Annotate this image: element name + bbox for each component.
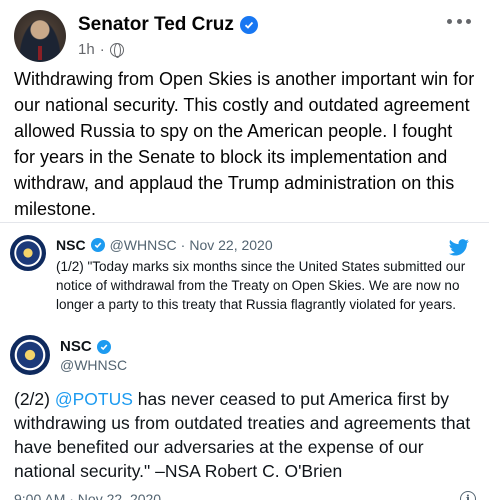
quoted-tweet: NSC @WHNSC · Nov 22, 2020 (1/2) "Today m… bbox=[10, 233, 480, 329]
post-time[interactable]: 1h bbox=[78, 41, 95, 58]
globe-icon bbox=[109, 42, 124, 58]
verified-badge-icon bbox=[90, 238, 105, 252]
quoted-date: Nov 22, 2020 bbox=[189, 237, 273, 253]
twitter-bird-icon bbox=[448, 239, 469, 256]
quoted-author-handle: @WHNSC bbox=[109, 237, 177, 253]
tweet-text-prefix: (2/2) bbox=[14, 389, 55, 409]
quoted-tweet-text: (1/2) "Today marks six months since the … bbox=[56, 259, 466, 312]
nsc-seal-icon bbox=[10, 235, 46, 271]
info-icon: i bbox=[460, 491, 476, 500]
author-row: Senator Ted Cruz bbox=[78, 13, 258, 37]
verified-badge-icon bbox=[96, 339, 111, 354]
avatar[interactable] bbox=[14, 10, 66, 62]
tweet-author-row: NSC bbox=[60, 338, 116, 355]
verified-badge-icon bbox=[239, 16, 258, 34]
post-header: Senator Ted Cruz 1h · bbox=[14, 10, 479, 62]
quoted-author-name: NSC bbox=[56, 237, 86, 253]
post-meta: 1h · bbox=[78, 41, 124, 58]
tweet-author-handle: @WHNSC bbox=[60, 357, 128, 373]
nsc-seal-icon bbox=[10, 335, 50, 375]
author-name[interactable]: Senator Ted Cruz bbox=[78, 14, 234, 36]
tweet-footer: 9:00 AM · Nov 22, 2020 i bbox=[14, 491, 476, 500]
tweet-timestamp: 9:00 AM · Nov 22, 2020 bbox=[14, 491, 162, 500]
tweet-author-name: NSC bbox=[60, 338, 92, 355]
embedded-tweet-image[interactable]: NSC @WHNSC · Nov 22, 2020 (1/2) "Today m… bbox=[0, 222, 489, 500]
tweet-text: (2/2) @POTUS has never ceased to put Ame… bbox=[14, 387, 476, 483]
quoted-separator: · bbox=[180, 237, 186, 253]
post-text: Withdrawing from Open Skies is another i… bbox=[14, 69, 475, 219]
quoted-tweet-header: NSC @WHNSC · Nov 22, 2020 bbox=[56, 237, 273, 253]
more-options-icon[interactable] bbox=[447, 16, 471, 26]
meta-separator: · bbox=[99, 41, 105, 58]
mention-link: @POTUS bbox=[54, 389, 133, 409]
